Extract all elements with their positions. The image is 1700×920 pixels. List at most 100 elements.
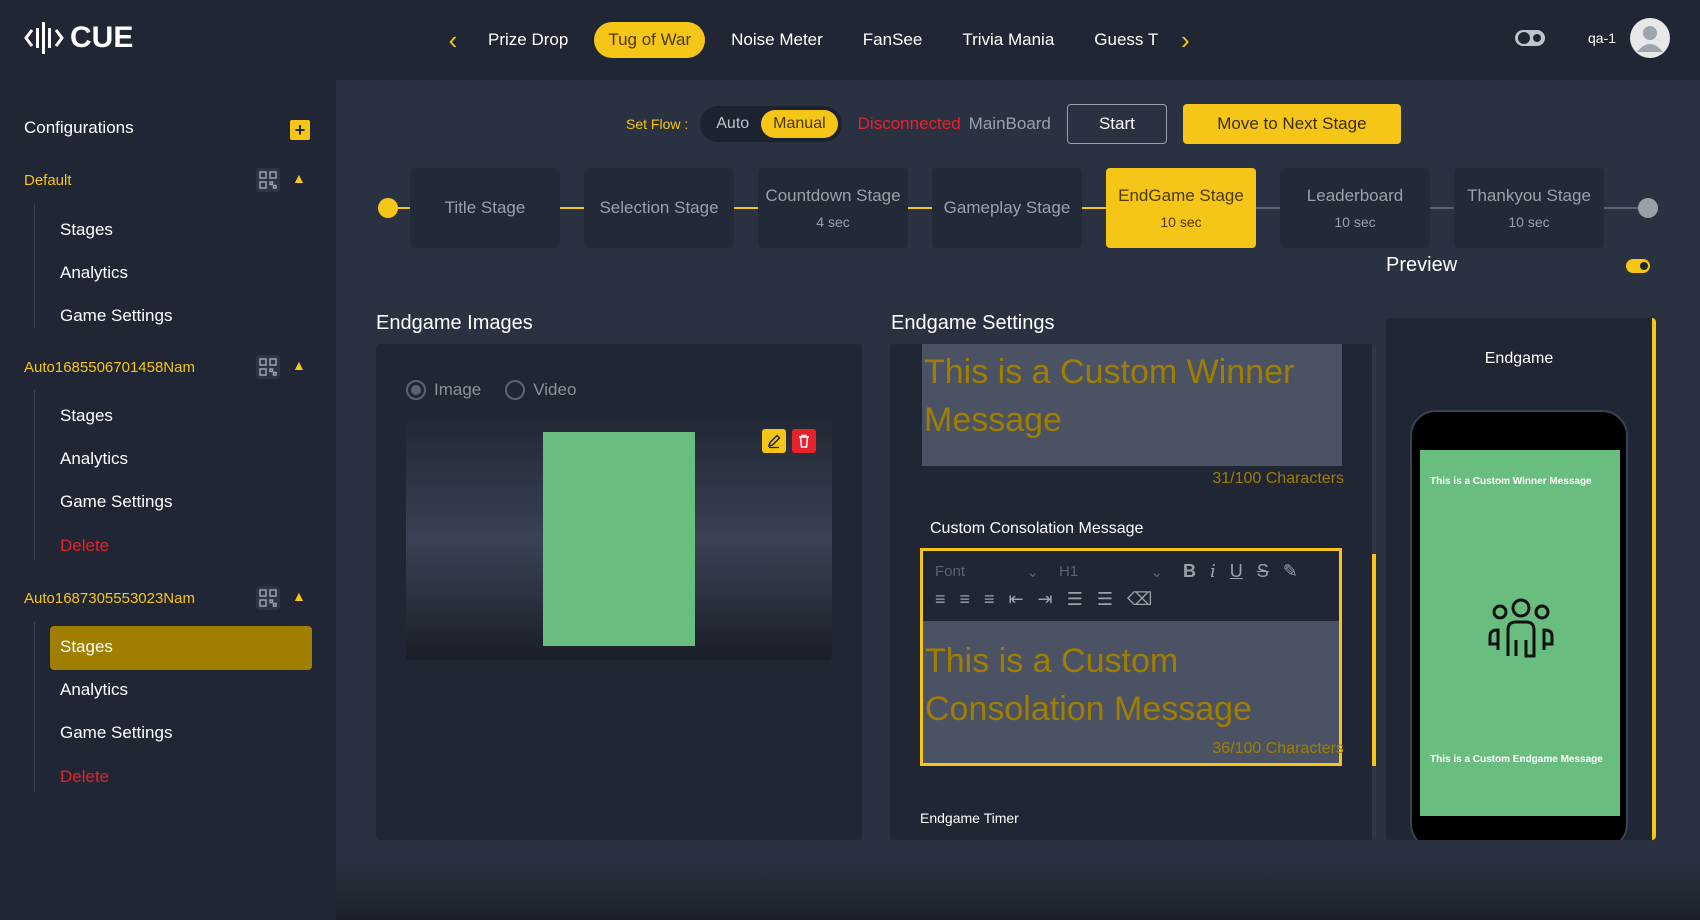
font-select[interactable]: Font ⌄ [935,563,1039,581]
preview-endgame-text: This is a Custom Endgame Message [1430,754,1603,765]
stage-leaderboard[interactable]: Leaderboard 10 sec [1280,168,1430,248]
tree-line [34,204,35,328]
sidebar-item-stages-active[interactable]: Stages [60,637,113,657]
preview-title: Preview [1386,254,1458,276]
brand-name: CUE [70,21,134,54]
radio-image[interactable] [406,380,426,400]
config-default[interactable]: Default [24,172,72,189]
phone-mockup: This is a Custom Winner Message This is … [1410,410,1628,840]
soundwave-logo-icon [24,22,64,54]
pipeline-start-dot [378,198,398,218]
tree-line [34,622,35,792]
flow-option-auto[interactable]: Auto [704,110,761,138]
indent-icon[interactable]: ⇥ [1038,589,1053,610]
sidebar-item-stages[interactable]: Stages [60,220,113,240]
tab-prize-drop[interactable]: Prize Drop [474,22,582,58]
board-name: MainBoard [968,114,1051,133]
tabs-next-chevron-icon[interactable]: › [1170,25,1200,56]
collapse-caret-icon[interactable]: ▲ [292,357,306,373]
user-area: qa-1 [1514,18,1700,58]
add-configuration-button[interactable]: + [290,120,310,140]
bottom-shadow [336,860,1700,920]
theme-toggle-icon[interactable] [1514,28,1546,48]
collapse-caret-icon[interactable]: ▲ [292,170,306,186]
stage-pipeline: Title Stage Selection Stage Countdown St… [378,168,1658,248]
sidebar-item-analytics[interactable]: Analytics [60,680,128,700]
align-right-icon[interactable]: ≡ [984,589,995,610]
strikethrough-icon[interactable]: S [1257,561,1269,582]
italic-icon[interactable]: i [1210,561,1216,582]
user-icon [1637,26,1663,52]
connection-status: Disconnected [857,114,961,133]
sidebar-item-stages[interactable]: Stages [60,406,113,426]
winner-message-editor[interactable]: This is a Custom Winner Message [922,344,1342,466]
settings-scrollbar-thumb[interactable] [1372,554,1376,766]
stage-duration: 10 sec [1160,214,1202,230]
brand-logo[interactable]: CUE [24,20,133,56]
stage-selection[interactable]: Selection Stage [584,168,734,248]
sidebar-item-delete[interactable]: Delete [60,767,109,787]
main-content: Set Flow : Auto Manual Disconnected Main… [336,80,1700,920]
stage-thankyou[interactable]: Thankyou Stage 10 sec [1454,168,1604,248]
start-button[interactable]: Start [1066,104,1167,144]
sidebar-item-game-settings[interactable]: Game Settings [60,723,172,743]
font-select-value: Font [935,562,966,580]
image-preview [406,420,832,660]
stage-name: Title Stage [444,198,526,217]
timer-label: Endgame Timer [920,810,1019,826]
stage-title[interactable]: Title Stage [410,168,560,248]
qr-code-icon[interactable] [256,355,280,379]
sidebar-item-analytics[interactable]: Analytics [60,263,128,283]
collapse-caret-icon[interactable]: ▲ [292,588,306,604]
sidebar-item-game-settings[interactable]: Game Settings [60,492,172,512]
radio-image-label: Image [434,380,482,399]
tabs-prev-chevron-icon[interactable]: ‹ [438,25,468,56]
stage-countdown[interactable]: Countdown Stage 4 sec [758,168,908,248]
highlight-brush-icon[interactable]: ✎ [1283,561,1298,582]
config-auto-2[interactable]: Auto1687305553023Nam [24,590,195,607]
tab-fansee[interactable]: FanSee [849,22,937,58]
underline-icon[interactable]: U [1230,561,1243,582]
tab-noise-meter[interactable]: Noise Meter [717,22,837,58]
user-name[interactable]: qa-1 [1588,30,1616,46]
config-auto-1[interactable]: Auto1685506701458Nam [24,359,195,376]
next-stage-button[interactable]: Move to Next Stage [1182,104,1401,144]
bold-icon[interactable]: B [1183,561,1196,582]
outdent-icon[interactable]: ⇤ [1009,589,1024,610]
stage-name: Gameplay Stage [943,198,1071,217]
consolation-char-count: 36/100 Characters [1212,740,1344,757]
consolation-label: Custom Consolation Message [930,520,1144,537]
avatar[interactable] [1630,18,1670,58]
heading-select[interactable]: H1 ⌄ [1059,563,1163,581]
images-panel-title: Endgame Images [376,312,533,334]
settings-panel: This is a Custom Winner Message 31/100 C… [890,344,1376,840]
preview-panel: Endgame This is a Custom Winner Message … [1386,318,1656,840]
ordered-list-icon[interactable]: ☰ [1067,589,1083,610]
stage-gameplay[interactable]: Gameplay Stage [932,168,1082,248]
align-left-icon[interactable]: ≡ [935,589,946,610]
tab-guess[interactable]: Guess T [1080,22,1164,58]
sidebar-item-game-settings[interactable]: Game Settings [60,306,172,326]
top-bar: CUE ‹ Prize Drop Tug of War Noise Meter … [0,0,1700,80]
radio-video[interactable] [505,380,526,400]
edit-icon[interactable] [762,429,786,453]
stage-duration: 10 sec [1508,214,1550,230]
sidebar-item-delete[interactable]: Delete [60,536,109,556]
preview-toggle[interactable] [1626,259,1650,273]
flow-option-manual[interactable]: Manual [761,110,838,138]
bullet-list-icon[interactable]: ☰ [1097,589,1113,610]
stage-name: Countdown Stage [765,186,901,205]
qr-code-icon[interactable] [256,168,280,192]
qr-code-icon[interactable] [256,586,280,610]
stage-endgame[interactable]: EndGame Stage 10 sec [1106,168,1256,248]
chevron-down-icon: ⌄ [1150,563,1163,581]
tab-trivia-mania[interactable]: Trivia Mania [948,22,1068,58]
trash-icon[interactable] [792,429,816,453]
sidebar-item-analytics[interactable]: Analytics [60,449,128,469]
eraser-icon[interactable]: ⌫ [1127,589,1152,610]
stage-name: EndGame Stage [1118,186,1244,205]
align-center-icon[interactable]: ≡ [960,589,971,610]
chevron-down-icon: ⌄ [1026,563,1039,581]
sidebar: Configurations + Default ▲ Stages Analyt… [0,80,336,920]
tab-tug-of-war[interactable]: Tug of War [594,22,706,58]
